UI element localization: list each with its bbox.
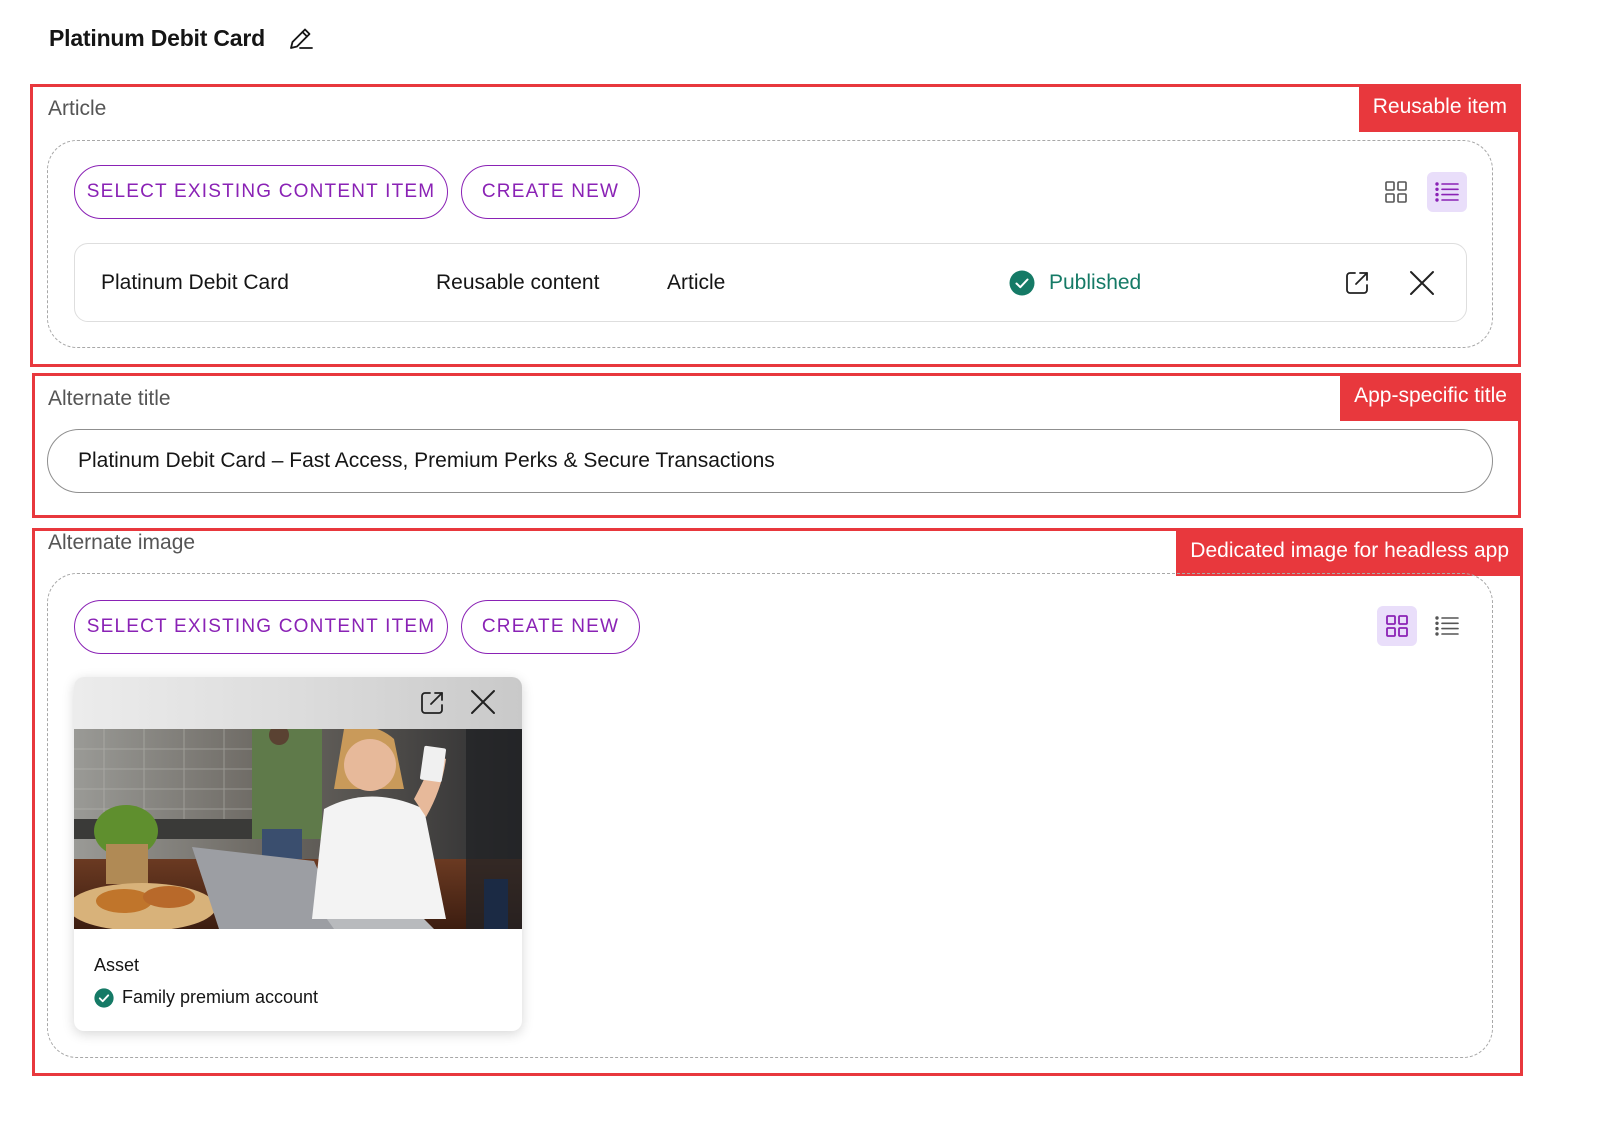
grid-icon — [1385, 181, 1407, 203]
asset-thumbnail-image — [74, 729, 522, 929]
asset-card[interactable]: Asset Family premium account — [74, 677, 522, 1031]
article-grid-view-toggle[interactable] — [1376, 172, 1416, 212]
check-circle-icon — [1009, 270, 1035, 295]
annotation-tag-title: App-specific title — [1340, 373, 1521, 421]
check-circle-icon — [94, 987, 114, 1008]
image-list-view-toggle[interactable] — [1427, 606, 1467, 646]
article-create-new-button[interactable]: CREATE NEW — [461, 165, 640, 219]
open-external-icon[interactable] — [418, 689, 446, 722]
linked-item-content-type: Reusable content — [436, 270, 600, 294]
close-icon[interactable] — [470, 689, 496, 720]
page-header: Platinum Debit Card — [49, 24, 315, 52]
page-title: Platinum Debit Card — [49, 24, 266, 51]
image-create-new-button[interactable]: CREATE NEW — [461, 600, 640, 654]
grid-icon — [1386, 615, 1408, 637]
alternate-image-label: Alternate image — [48, 531, 196, 554]
annotation-tag-reusable: Reusable item — [1358, 84, 1521, 132]
asset-name: Family premium account — [122, 987, 319, 1007]
linked-item-row[interactable]: Platinum Debit Card Reusable content Art… — [74, 243, 1467, 322]
asset-type-label: Asset — [94, 955, 140, 975]
linked-item-name: Platinum Debit Card — [101, 270, 289, 294]
alternate-title-input[interactable]: Platinum Debit Card – Fast Access, Premi… — [47, 429, 1493, 493]
linked-item-status: Published — [1009, 244, 1141, 321]
list-icon — [1435, 182, 1459, 202]
annotation-tag-image: Dedicated image for headless app — [1176, 528, 1523, 576]
image-grid-view-toggle[interactable] — [1377, 606, 1417, 646]
image-select-existing-button[interactable]: SELECT EXISTING CONTENT ITEM — [74, 600, 448, 654]
status-label: Published — [1049, 270, 1142, 294]
asset-name-row: Family premium account — [94, 987, 318, 1008]
close-icon[interactable] — [1409, 244, 1435, 321]
article-field-label: Article — [48, 97, 107, 120]
asset-card-toolbar — [74, 677, 522, 729]
list-icon — [1435, 616, 1459, 636]
article-list-view-toggle[interactable] — [1427, 172, 1467, 212]
pencil-icon[interactable] — [287, 24, 315, 52]
alternate-title-label: Alternate title — [48, 387, 171, 410]
linked-item-type: Article — [667, 270, 726, 294]
open-external-icon[interactable] — [1343, 244, 1371, 321]
article-select-existing-button[interactable]: SELECT EXISTING CONTENT ITEM — [74, 165, 448, 219]
